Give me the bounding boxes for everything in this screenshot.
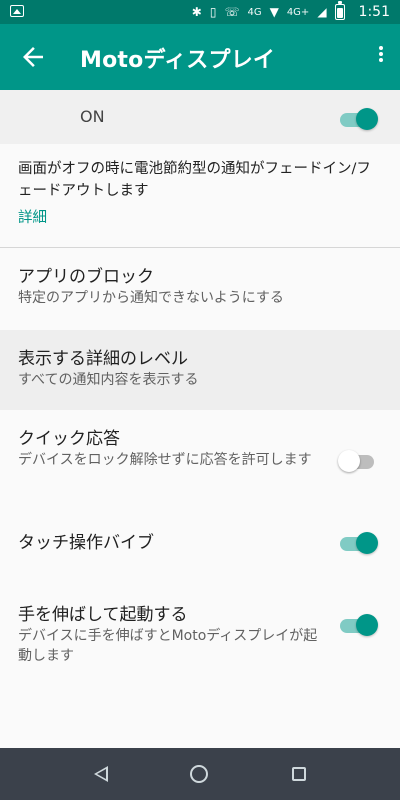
home-icon[interactable] xyxy=(190,765,208,783)
status-time: 1:51 xyxy=(358,4,390,20)
setting-title: 手を伸ばして起動する xyxy=(18,605,188,625)
feature-description: 画面がオフの時に電池節約型の通知がフェードイン/フェードアウトします 詳細 xyxy=(0,144,400,247)
page-title: Motoディスプレイ xyxy=(80,48,276,73)
navigation-bar xyxy=(0,748,400,800)
status-icons: ✱ ▯ ☏ 4G ▼ 4G+ ◢ 1:51 xyxy=(191,1,390,21)
status-bar: ✱ ▯ ☏ 4G ▼ 4G+ ◢ 1:51 xyxy=(0,0,400,24)
setting-reach-to-wake[interactable]: 手を伸ばして起動する デバイスに手を伸ばすとMotoディスプレイが起動します xyxy=(0,586,400,686)
setting-quick-response[interactable]: クイック応答 デバイスをロック解除せずに応答を許可します xyxy=(0,410,400,514)
details-link[interactable]: 詳細 xyxy=(18,206,47,227)
bluetooth-icon: ✱ xyxy=(191,5,202,19)
master-toggle-row[interactable]: ON xyxy=(0,90,400,144)
master-toggle-switch[interactable] xyxy=(340,106,378,130)
image-icon xyxy=(10,5,24,17)
setting-subtitle: デバイスに手を伸ばすとMotoディスプレイが起動します xyxy=(18,628,318,664)
wifi-icon: ▼ xyxy=(269,5,279,19)
setting-subtitle: デバイスをロック解除せずに応答を許可します xyxy=(18,452,312,468)
setting-app-block[interactable]: アプリのブロック 特定のアプリから通知できないようにする xyxy=(0,248,400,330)
arrow-back-icon[interactable] xyxy=(18,42,48,72)
network-label: 4G+ xyxy=(286,6,310,18)
vibrate-icon: ▯ xyxy=(209,5,217,19)
quick-response-switch[interactable] xyxy=(338,448,378,472)
setting-title: タッチ操作バイブ xyxy=(18,533,154,553)
touch-vibration-switch[interactable] xyxy=(340,530,378,554)
back-icon[interactable] xyxy=(92,764,114,784)
call-wifi-icon: ☏ xyxy=(224,5,240,19)
signal-icon: ◢ xyxy=(317,5,327,19)
reach-to-wake-switch[interactable] xyxy=(340,612,378,636)
description-text: 画面がオフの時に電池節約型の通知がフェードイン/フェードアウトします xyxy=(18,161,371,199)
setting-touch-vibration[interactable]: タッチ操作バイブ xyxy=(0,514,400,586)
setting-title: クイック応答 xyxy=(18,429,120,449)
setting-title: アプリのブロック xyxy=(18,267,154,287)
master-toggle-label: ON xyxy=(80,107,105,126)
recents-icon[interactable] xyxy=(292,767,306,781)
battery-icon xyxy=(334,1,345,20)
app-bar: Motoディスプレイ xyxy=(0,24,400,90)
setting-detail-level[interactable]: 表示する詳細のレベル すべての通知内容を表示する xyxy=(0,330,400,410)
setting-subtitle: 特定のアプリから通知できないようにする xyxy=(18,290,284,306)
setting-title: 表示する詳細のレベル xyxy=(18,349,188,369)
setting-subtitle: すべての通知内容を表示する xyxy=(18,372,199,388)
more-vert-icon[interactable] xyxy=(376,44,386,70)
lte-label: 4G xyxy=(247,6,262,18)
